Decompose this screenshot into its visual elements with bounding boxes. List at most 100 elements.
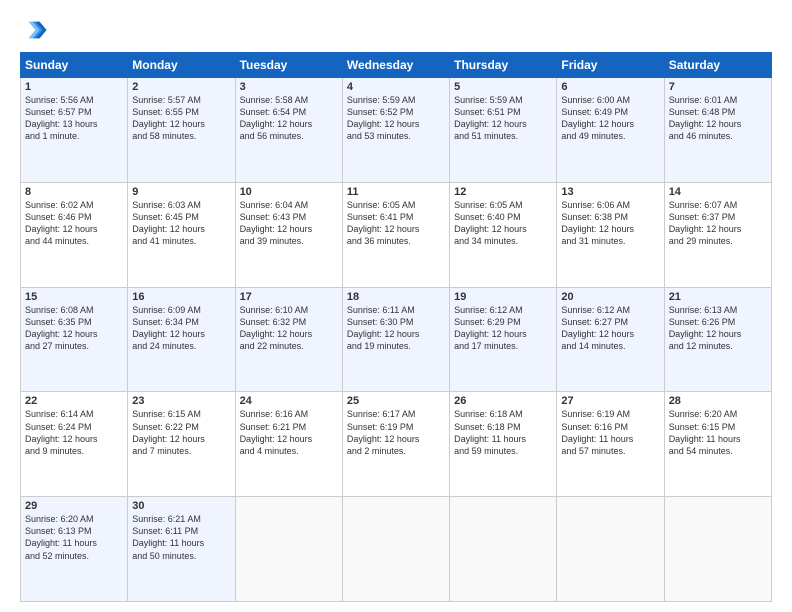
col-header-tuesday: Tuesday bbox=[235, 53, 342, 78]
day-number: 15 bbox=[25, 291, 123, 303]
calendar-cell bbox=[342, 497, 449, 602]
day-info: Sunrise: 5:57 AM Sunset: 6:55 PM Dayligh… bbox=[132, 94, 230, 143]
day-number: 28 bbox=[669, 395, 767, 407]
column-headers-row: SundayMondayTuesdayWednesdayThursdayFrid… bbox=[21, 53, 772, 78]
day-info: Sunrise: 6:05 AM Sunset: 6:40 PM Dayligh… bbox=[454, 199, 552, 248]
calendar-cell: 3Sunrise: 5:58 AM Sunset: 6:54 PM Daylig… bbox=[235, 78, 342, 183]
day-number: 14 bbox=[669, 186, 767, 198]
calendar-cell bbox=[450, 497, 557, 602]
day-info: Sunrise: 6:09 AM Sunset: 6:34 PM Dayligh… bbox=[132, 304, 230, 353]
calendar-cell: 11Sunrise: 6:05 AM Sunset: 6:41 PM Dayli… bbox=[342, 182, 449, 287]
calendar-cell: 5Sunrise: 5:59 AM Sunset: 6:51 PM Daylig… bbox=[450, 78, 557, 183]
day-info: Sunrise: 6:19 AM Sunset: 6:16 PM Dayligh… bbox=[561, 408, 659, 457]
day-number: 19 bbox=[454, 291, 552, 303]
calendar-cell: 30Sunrise: 6:21 AM Sunset: 6:11 PM Dayli… bbox=[128, 497, 235, 602]
day-number: 10 bbox=[240, 186, 338, 198]
day-info: Sunrise: 6:08 AM Sunset: 6:35 PM Dayligh… bbox=[25, 304, 123, 353]
calendar-cell: 29Sunrise: 6:20 AM Sunset: 6:13 PM Dayli… bbox=[21, 497, 128, 602]
col-header-saturday: Saturday bbox=[664, 53, 771, 78]
day-number: 2 bbox=[132, 81, 230, 93]
day-info: Sunrise: 6:15 AM Sunset: 6:22 PM Dayligh… bbox=[132, 408, 230, 457]
calendar-cell: 25Sunrise: 6:17 AM Sunset: 6:19 PM Dayli… bbox=[342, 392, 449, 497]
day-number: 3 bbox=[240, 81, 338, 93]
day-number: 11 bbox=[347, 186, 445, 198]
calendar-cell: 10Sunrise: 6:04 AM Sunset: 6:43 PM Dayli… bbox=[235, 182, 342, 287]
col-header-wednesday: Wednesday bbox=[342, 53, 449, 78]
header bbox=[20, 16, 772, 44]
day-info: Sunrise: 6:21 AM Sunset: 6:11 PM Dayligh… bbox=[132, 513, 230, 562]
day-number: 25 bbox=[347, 395, 445, 407]
day-info: Sunrise: 6:12 AM Sunset: 6:29 PM Dayligh… bbox=[454, 304, 552, 353]
calendar-week-row: 1Sunrise: 5:56 AM Sunset: 6:57 PM Daylig… bbox=[21, 78, 772, 183]
calendar-week-row: 29Sunrise: 6:20 AM Sunset: 6:13 PM Dayli… bbox=[21, 497, 772, 602]
day-info: Sunrise: 6:11 AM Sunset: 6:30 PM Dayligh… bbox=[347, 304, 445, 353]
col-header-friday: Friday bbox=[557, 53, 664, 78]
calendar-cell: 12Sunrise: 6:05 AM Sunset: 6:40 PM Dayli… bbox=[450, 182, 557, 287]
day-number: 1 bbox=[25, 81, 123, 93]
day-number: 6 bbox=[561, 81, 659, 93]
calendar-cell: 13Sunrise: 6:06 AM Sunset: 6:38 PM Dayli… bbox=[557, 182, 664, 287]
logo-icon bbox=[20, 16, 48, 44]
day-info: Sunrise: 6:12 AM Sunset: 6:27 PM Dayligh… bbox=[561, 304, 659, 353]
calendar-cell: 28Sunrise: 6:20 AM Sunset: 6:15 PM Dayli… bbox=[664, 392, 771, 497]
day-info: Sunrise: 6:02 AM Sunset: 6:46 PM Dayligh… bbox=[25, 199, 123, 248]
calendar-week-row: 22Sunrise: 6:14 AM Sunset: 6:24 PM Dayli… bbox=[21, 392, 772, 497]
day-info: Sunrise: 5:59 AM Sunset: 6:52 PM Dayligh… bbox=[347, 94, 445, 143]
day-number: 23 bbox=[132, 395, 230, 407]
calendar-cell: 24Sunrise: 6:16 AM Sunset: 6:21 PM Dayli… bbox=[235, 392, 342, 497]
day-number: 5 bbox=[454, 81, 552, 93]
calendar-cell: 1Sunrise: 5:56 AM Sunset: 6:57 PM Daylig… bbox=[21, 78, 128, 183]
col-header-sunday: Sunday bbox=[21, 53, 128, 78]
day-info: Sunrise: 6:14 AM Sunset: 6:24 PM Dayligh… bbox=[25, 408, 123, 457]
day-info: Sunrise: 6:13 AM Sunset: 6:26 PM Dayligh… bbox=[669, 304, 767, 353]
day-info: Sunrise: 5:59 AM Sunset: 6:51 PM Dayligh… bbox=[454, 94, 552, 143]
day-number: 16 bbox=[132, 291, 230, 303]
day-number: 13 bbox=[561, 186, 659, 198]
calendar-cell: 26Sunrise: 6:18 AM Sunset: 6:18 PM Dayli… bbox=[450, 392, 557, 497]
day-number: 21 bbox=[669, 291, 767, 303]
day-info: Sunrise: 6:10 AM Sunset: 6:32 PM Dayligh… bbox=[240, 304, 338, 353]
day-number: 17 bbox=[240, 291, 338, 303]
day-info: Sunrise: 6:06 AM Sunset: 6:38 PM Dayligh… bbox=[561, 199, 659, 248]
calendar-cell: 8Sunrise: 6:02 AM Sunset: 6:46 PM Daylig… bbox=[21, 182, 128, 287]
day-number: 9 bbox=[132, 186, 230, 198]
calendar-week-row: 15Sunrise: 6:08 AM Sunset: 6:35 PM Dayli… bbox=[21, 287, 772, 392]
day-number: 4 bbox=[347, 81, 445, 93]
calendar-cell: 22Sunrise: 6:14 AM Sunset: 6:24 PM Dayli… bbox=[21, 392, 128, 497]
calendar-cell bbox=[664, 497, 771, 602]
calendar-cell: 20Sunrise: 6:12 AM Sunset: 6:27 PM Dayli… bbox=[557, 287, 664, 392]
calendar-cell: 14Sunrise: 6:07 AM Sunset: 6:37 PM Dayli… bbox=[664, 182, 771, 287]
day-info: Sunrise: 6:18 AM Sunset: 6:18 PM Dayligh… bbox=[454, 408, 552, 457]
day-number: 12 bbox=[454, 186, 552, 198]
day-info: Sunrise: 6:16 AM Sunset: 6:21 PM Dayligh… bbox=[240, 408, 338, 457]
day-number: 22 bbox=[25, 395, 123, 407]
page: SundayMondayTuesdayWednesdayThursdayFrid… bbox=[0, 0, 792, 612]
day-info: Sunrise: 6:20 AM Sunset: 6:15 PM Dayligh… bbox=[669, 408, 767, 457]
day-info: Sunrise: 6:17 AM Sunset: 6:19 PM Dayligh… bbox=[347, 408, 445, 457]
day-number: 8 bbox=[25, 186, 123, 198]
day-number: 30 bbox=[132, 500, 230, 512]
calendar-cell: 21Sunrise: 6:13 AM Sunset: 6:26 PM Dayli… bbox=[664, 287, 771, 392]
calendar-cell: 17Sunrise: 6:10 AM Sunset: 6:32 PM Dayli… bbox=[235, 287, 342, 392]
day-number: 29 bbox=[25, 500, 123, 512]
calendar-cell: 6Sunrise: 6:00 AM Sunset: 6:49 PM Daylig… bbox=[557, 78, 664, 183]
day-info: Sunrise: 6:03 AM Sunset: 6:45 PM Dayligh… bbox=[132, 199, 230, 248]
col-header-thursday: Thursday bbox=[450, 53, 557, 78]
calendar-cell: 2Sunrise: 5:57 AM Sunset: 6:55 PM Daylig… bbox=[128, 78, 235, 183]
calendar-cell: 18Sunrise: 6:11 AM Sunset: 6:30 PM Dayli… bbox=[342, 287, 449, 392]
day-number: 7 bbox=[669, 81, 767, 93]
calendar-week-row: 8Sunrise: 6:02 AM Sunset: 6:46 PM Daylig… bbox=[21, 182, 772, 287]
calendar-cell: 15Sunrise: 6:08 AM Sunset: 6:35 PM Dayli… bbox=[21, 287, 128, 392]
calendar-body: 1Sunrise: 5:56 AM Sunset: 6:57 PM Daylig… bbox=[21, 78, 772, 602]
day-info: Sunrise: 6:01 AM Sunset: 6:48 PM Dayligh… bbox=[669, 94, 767, 143]
calendar-cell bbox=[235, 497, 342, 602]
calendar-cell: 4Sunrise: 5:59 AM Sunset: 6:52 PM Daylig… bbox=[342, 78, 449, 183]
day-number: 18 bbox=[347, 291, 445, 303]
calendar-cell: 16Sunrise: 6:09 AM Sunset: 6:34 PM Dayli… bbox=[128, 287, 235, 392]
day-info: Sunrise: 5:58 AM Sunset: 6:54 PM Dayligh… bbox=[240, 94, 338, 143]
calendar-cell: 9Sunrise: 6:03 AM Sunset: 6:45 PM Daylig… bbox=[128, 182, 235, 287]
day-number: 26 bbox=[454, 395, 552, 407]
logo bbox=[20, 16, 52, 44]
day-info: Sunrise: 6:00 AM Sunset: 6:49 PM Dayligh… bbox=[561, 94, 659, 143]
calendar-table: SundayMondayTuesdayWednesdayThursdayFrid… bbox=[20, 52, 772, 602]
